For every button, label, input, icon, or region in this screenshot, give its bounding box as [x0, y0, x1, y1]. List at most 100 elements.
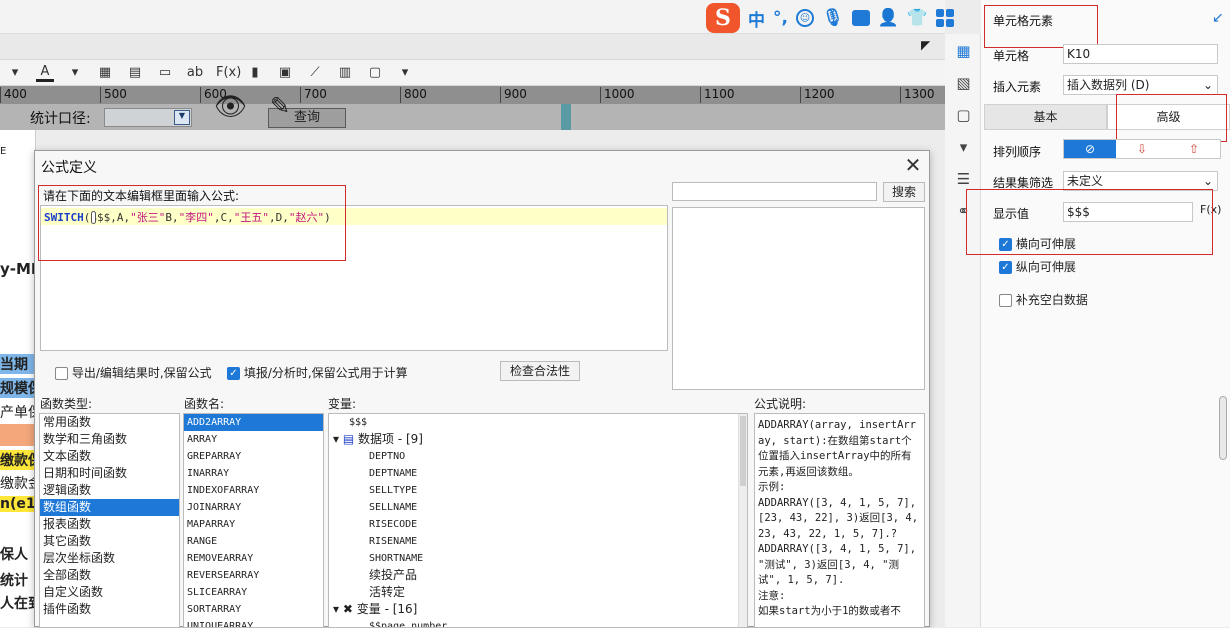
- image-icon[interactable]: ▣: [276, 65, 294, 80]
- sub-report-icon[interactable]: ▥: [336, 65, 354, 80]
- search-button[interactable]: 搜索: [883, 182, 925, 202]
- insert-select[interactable]: 插入数据列 (D) ⌄: [1063, 75, 1218, 95]
- tree-group[interactable]: ▾ ▤ 数据项 - [9]: [329, 431, 747, 448]
- list-item[interactable]: GREPARRAY: [184, 448, 323, 465]
- ime-lang-toggle[interactable]: 中: [748, 6, 765, 31]
- checkbox-icon[interactable]: [999, 294, 1012, 307]
- unmerge-cells-icon[interactable]: ▤: [126, 65, 144, 80]
- chevron-down-icon[interactable]: ⌄: [1203, 76, 1213, 94]
- tree-item[interactable]: $$$: [329, 414, 747, 431]
- format-toolbar: ▾ A ▾ ▦ ▤ ▭ ab F(x) ▮ ▣ ⟋ ▥ ▢ ▾: [0, 60, 945, 86]
- apps-grid-icon[interactable]: [935, 9, 954, 27]
- cell-element-icon[interactable]: ▦: [955, 42, 972, 60]
- fill-blank-option[interactable]: 补充空白数据: [999, 291, 1088, 308]
- sheet-cell: [0, 424, 35, 446]
- tree-item[interactable]: 活转定: [329, 584, 747, 601]
- text-icon[interactable]: ab: [186, 65, 204, 80]
- variable-tree[interactable]: $$$ ▾ ▤ 数据项 - [9] DEPTNO DEPTNAME SELLTYPE…: [328, 413, 748, 628]
- checkbox-icon[interactable]: [55, 367, 68, 380]
- v-expand-option[interactable]: ✓ 纵向可伸展: [999, 258, 1076, 275]
- toolbar-expand-icon[interactable]: ◤: [921, 38, 930, 52]
- ime-punct-toggle[interactable]: °,: [773, 8, 788, 28]
- sogou-logo-icon[interactable]: S: [706, 3, 740, 33]
- user-icon[interactable]: 👤: [878, 8, 899, 28]
- function-search-input[interactable]: [672, 182, 877, 201]
- list-item[interactable]: INDEXOFARRAY: [184, 482, 323, 499]
- condition-icon[interactable]: ▾: [955, 138, 972, 156]
- validate-button[interactable]: 检查合法性: [500, 361, 580, 381]
- vertical-scrollbar[interactable]: [738, 414, 747, 627]
- tree-item[interactable]: DEPTNAME: [329, 465, 747, 482]
- tree-item[interactable]: RISENAME: [329, 533, 747, 550]
- dropdown-icon[interactable]: ▾: [66, 65, 84, 80]
- formula-icon[interactable]: F(x): [216, 65, 241, 80]
- tree-item[interactable]: DEPTNO: [329, 448, 747, 465]
- list-item[interactable]: SLICEARRAY: [184, 584, 323, 601]
- chart-icon[interactable]: ▮: [246, 65, 264, 80]
- list-item[interactable]: 文本函数: [40, 448, 179, 465]
- list-item[interactable]: INARRAY: [184, 465, 323, 482]
- chevron-down-icon[interactable]: ⌄: [1203, 172, 1213, 190]
- list-item[interactable]: ARRAY: [184, 431, 323, 448]
- tree-item[interactable]: RISECODE: [329, 516, 747, 533]
- merge-cells-icon[interactable]: ▦: [96, 65, 114, 80]
- func-name-list[interactable]: ADD2ARRAY ARRAY GREPARRAY INARRAY INDEXOFARR…: [183, 413, 324, 628]
- list-item[interactable]: 全部函数: [40, 567, 179, 584]
- sort-desc-icon[interactable]: ⇧: [1168, 140, 1220, 158]
- list-item[interactable]: SORTARRAY: [184, 601, 323, 618]
- list-item[interactable]: ADD2ARRAY: [184, 414, 323, 431]
- panel-scrollbar[interactable]: [1219, 396, 1227, 460]
- checkbox-checked-icon[interactable]: ✓: [999, 261, 1012, 274]
- list-item[interactable]: 数组函数: [40, 499, 179, 516]
- dropdown-icon[interactable]: ▾: [6, 65, 24, 80]
- list-item[interactable]: MAPARRAY: [184, 516, 323, 533]
- checkbox-checked-icon[interactable]: ✓: [227, 367, 240, 380]
- tree-item[interactable]: SELLNAME: [329, 499, 747, 516]
- dropdown-icon[interactable]: ▾: [396, 65, 414, 80]
- tab-basic[interactable]: 基本: [984, 104, 1107, 130]
- list-item[interactable]: 插件函数: [40, 601, 179, 618]
- list-item[interactable]: 常用函数: [40, 414, 179, 431]
- export-keep-formula-option[interactable]: 导出/编辑结果时,保留公式: [55, 364, 212, 381]
- slash-icon[interactable]: ⟋: [306, 65, 324, 80]
- keyboard-icon[interactable]: [851, 10, 870, 26]
- skin-icon[interactable]: 👕: [907, 8, 928, 28]
- sort-asc-icon[interactable]: ⇩: [1116, 140, 1168, 158]
- list-item[interactable]: 数学和三角函数: [40, 431, 179, 448]
- list-item[interactable]: REVERSEARRAY: [184, 567, 323, 584]
- collapse-icon[interactable]: ▾: [333, 432, 339, 446]
- list-item[interactable]: REMOVEARRAY: [184, 550, 323, 567]
- tree-item[interactable]: 续投产品: [329, 567, 747, 584]
- filter-select[interactable]: 未定义 ⌄: [1063, 171, 1218, 191]
- list-item[interactable]: 层次坐标函数: [40, 550, 179, 567]
- stack-icon[interactable]: ☰: [955, 170, 972, 188]
- font-color-icon[interactable]: A: [36, 64, 54, 82]
- list-item[interactable]: 逻辑函数: [40, 482, 179, 499]
- list-item[interactable]: 自定义函数: [40, 584, 179, 601]
- list-item[interactable]: 其它函数: [40, 533, 179, 550]
- collapse-panel-icon[interactable]: ↙: [1212, 10, 1224, 26]
- close-icon[interactable]: ✕: [899, 153, 927, 177]
- emoji-icon[interactable]: ☺: [795, 9, 814, 27]
- search-result-list[interactable]: [672, 207, 925, 390]
- border-icon[interactable]: ▢: [366, 65, 384, 80]
- list-item[interactable]: 报表函数: [40, 516, 179, 533]
- list-item[interactable]: RANGE: [184, 533, 323, 550]
- text-box-icon[interactable]: ▭: [156, 65, 174, 80]
- scroll-thumb[interactable]: [740, 416, 746, 486]
- collapse-icon[interactable]: ▾: [333, 602, 339, 616]
- microphone-icon[interactable]: 🎙: [822, 8, 844, 28]
- tree-item[interactable]: SHORTNAME: [329, 550, 747, 567]
- tree-group[interactable]: ▾ ✖ 变量 - [16]: [329, 601, 747, 618]
- list-item[interactable]: JOINARRAY: [184, 499, 323, 516]
- cell-input[interactable]: K10: [1063, 44, 1218, 64]
- tree-item[interactable]: SELLTYPE: [329, 482, 747, 499]
- param-dropdown-icon[interactable]: ▼: [174, 110, 190, 125]
- func-type-list[interactable]: 常用函数 数学和三角函数 文本函数 日期和时间函数 逻辑函数 数组函数 报表函数 其它函数 层次…: [39, 413, 180, 628]
- cell-attr-icon[interactable]: ▧: [955, 74, 972, 92]
- no-sort-icon[interactable]: ⊘: [1064, 140, 1116, 158]
- fill-keep-formula-option[interactable]: ✓ 填报/分析时,保留公式用于计算: [227, 364, 408, 381]
- list-item[interactable]: 日期和时间函数: [40, 465, 179, 482]
- sheet-cell: 规模保: [0, 378, 35, 398]
- widget-icon[interactable]: ▢: [955, 106, 972, 124]
